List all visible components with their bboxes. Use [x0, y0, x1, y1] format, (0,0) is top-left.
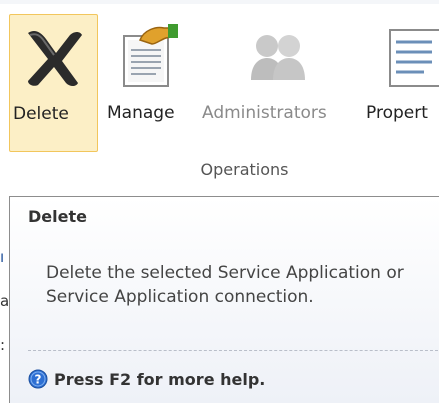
- background-fragment: a: [0, 292, 10, 310]
- tooltip-help-row: ? Press F2 for more help.: [28, 369, 265, 389]
- delete-button[interactable]: Delete: [9, 14, 98, 152]
- manage-button[interactable]: Manage: [104, 14, 194, 152]
- tooltip-description: Delete the selected Service Application …: [46, 263, 404, 307]
- manage-label: Manage: [107, 103, 175, 123]
- delete-tooltip: Delete Delete the selected Service Appli…: [9, 196, 439, 403]
- manage-document-icon: [123, 24, 178, 87]
- background-fragment: :: [0, 336, 6, 354]
- administrators-button[interactable]: Administrators: [198, 14, 360, 152]
- administrators-icon: [251, 35, 305, 80]
- tooltip-title: Delete: [28, 207, 87, 226]
- properties-button[interactable]: Propert: [362, 14, 439, 152]
- background-fragment: ı: [0, 248, 5, 266]
- delete-x-icon: [28, 31, 82, 86]
- properties-label: Propert: [366, 103, 428, 123]
- operations-group-label: Operations: [200, 160, 289, 179]
- help-question-icon: ?: [28, 369, 48, 389]
- ribbon-top-edge: [0, 0, 439, 4]
- administrators-label: Administrators: [202, 103, 327, 123]
- tooltip-divider: [28, 350, 438, 351]
- properties-icon: [389, 29, 439, 87]
- delete-label: Delete: [13, 104, 69, 124]
- ribbon: Delete Manage Administrators Propert Ope…: [0, 0, 439, 196]
- svg-text:?: ?: [35, 373, 42, 387]
- tooltip-help-text: Press F2 for more help.: [54, 369, 266, 389]
